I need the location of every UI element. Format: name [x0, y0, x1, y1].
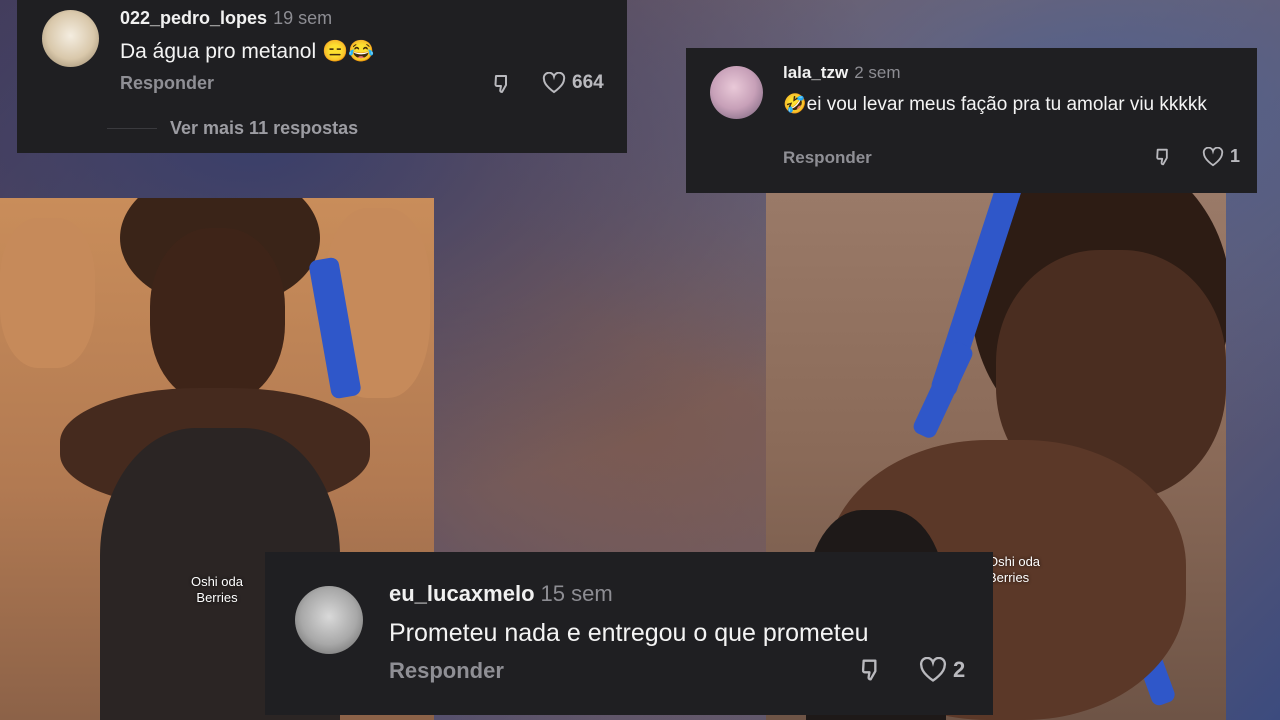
dislike-icon[interactable] [859, 656, 887, 684]
like-count: 1 [1230, 146, 1241, 166]
heart-icon [1202, 146, 1224, 167]
avatar[interactable] [710, 66, 763, 119]
comment-username[interactable]: lala_tzw 2 sem [783, 63, 901, 83]
comment-card-2: lala_tzw 2 sem 🤣ei vou levar meus fação p… [686, 48, 1257, 193]
dislike-icon[interactable] [1154, 146, 1176, 168]
watermark-left: Oshi oda Berries [190, 574, 244, 605]
left-hand [0, 218, 95, 368]
like-button[interactable]: 2 [919, 657, 965, 683]
comment-time: 2 sem [854, 63, 901, 82]
comment-username[interactable]: eu_lucaxmelo 15 sem [389, 581, 613, 607]
like-count: 664 [572, 72, 604, 93]
like-button[interactable]: 664 [542, 72, 604, 94]
like-count: 2 [953, 657, 966, 682]
avatar[interactable] [42, 10, 99, 67]
dislike-icon[interactable] [492, 72, 516, 96]
comment-text: Prometeu nada e entregou o que prometeu [389, 619, 869, 647]
comment-card-1: 022_pedro_lopes 19 sem Da água pro metano… [17, 0, 627, 153]
comment-card-3: eu_lucaxmelo 15 sem Prometeu nada e entre… [265, 552, 993, 715]
watermark-right: Oshi oda Berries [988, 554, 1041, 585]
reply-button[interactable]: Responder [389, 658, 504, 684]
like-button[interactable]: 1 [1202, 146, 1240, 167]
heart-icon [919, 657, 947, 683]
avatar[interactable] [295, 586, 363, 654]
reply-button[interactable]: Responder [783, 148, 872, 168]
comment-time: 19 sem [273, 8, 333, 28]
divider [107, 128, 157, 129]
comment-username[interactable]: 022_pedro_lopes 19 sem [120, 8, 332, 29]
reply-button[interactable]: Responder [120, 73, 214, 94]
comment-text: 🤣ei vou levar meus fação pra tu amolar v… [783, 94, 1207, 115]
heart-icon [542, 72, 566, 94]
comment-text: Da água pro metanol 😑😂 [120, 40, 375, 63]
view-more-replies[interactable]: Ver mais 11 respostas [170, 118, 358, 139]
face [150, 228, 285, 403]
comment-time: 15 sem [540, 581, 613, 606]
